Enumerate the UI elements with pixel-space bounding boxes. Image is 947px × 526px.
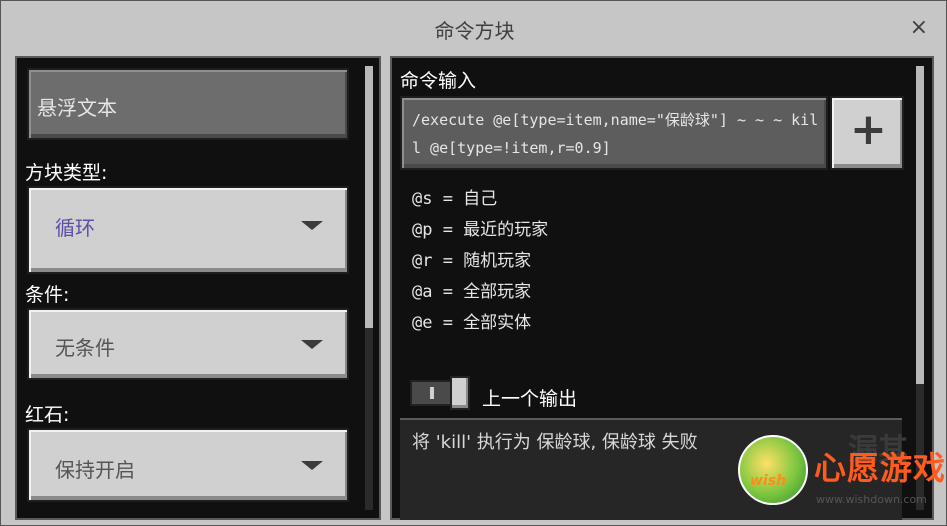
chevron-down-icon — [301, 461, 323, 470]
condition-value: 无条件 — [55, 336, 115, 360]
hover-text-button[interactable]: 悬浮文本 — [27, 68, 349, 140]
command-scroll-thumb[interactable] — [916, 66, 924, 384]
watermark-url: www.wishdown.com — [816, 493, 927, 506]
toggle-knob[interactable] — [450, 376, 470, 410]
toggle-track — [410, 380, 454, 406]
hover-text-label: 悬浮文本 — [37, 96, 117, 120]
block-type-dropdown[interactable]: 循环 — [27, 186, 349, 274]
settings-panel: 悬浮文本 方块类型: 循环 条件: 无条件 红石: 保持开启 — [15, 56, 381, 520]
close-icon[interactable]: × — [910, 17, 928, 39]
redstone-dropdown[interactable]: 保持开启 — [27, 428, 349, 502]
chevron-down-icon — [301, 221, 323, 230]
condition-label: 条件: — [25, 284, 70, 306]
window-title: 命令方块 — [434, 19, 515, 43]
watermark-name: 心愿游戏 — [814, 449, 947, 487]
previous-output-text: 将 'kill' 执行为 保龄球, 保龄球 失败 — [412, 432, 698, 453]
previous-output-label: 上一个输出 — [482, 388, 578, 410]
command-input-field[interactable]: /execute @e[type=item,name="保龄球"] ~ ~ ~ … — [400, 96, 828, 170]
chevron-down-icon — [301, 340, 323, 349]
command-text: /execute @e[type=item,name="保龄球"] ~ ~ ~ … — [412, 111, 819, 157]
selector-help-line: @p = 最近的玩家 — [412, 220, 549, 240]
redstone-value: 保持开启 — [55, 458, 135, 482]
selector-help-line: @e = 全部实体 — [412, 313, 532, 333]
block-type-label: 方块类型: — [25, 162, 108, 184]
command-block-window: 命令方块 × 悬浮文本 方块类型: 循环 条件: 无条件 红石: 保持开启 命令… — [0, 0, 947, 526]
settings-scroll-thumb[interactable] — [365, 66, 373, 328]
previous-output-toggle[interactable] — [410, 376, 470, 410]
selector-help-line: @a = 全部玩家 — [412, 282, 532, 302]
logo-text: wish — [750, 473, 787, 489]
block-type-value: 循环 — [55, 216, 95, 240]
plus-icon: + — [850, 104, 887, 155]
wish-logo-icon: wish — [738, 435, 808, 505]
settings-scrollbar[interactable] — [365, 66, 373, 510]
condition-dropdown[interactable]: 无条件 — [27, 308, 349, 380]
selector-help-line: @s = 自己 — [412, 189, 498, 209]
toggle-bar — [430, 387, 434, 399]
command-input-label: 命令输入 — [400, 70, 477, 92]
add-command-button[interactable]: + — [830, 96, 904, 170]
redstone-label: 红石: — [25, 404, 70, 426]
selector-help-line: @r = 随机玩家 — [412, 251, 532, 271]
watermark: 漏其 wish 心愿游戏 www.wishdown.com — [738, 431, 945, 521]
